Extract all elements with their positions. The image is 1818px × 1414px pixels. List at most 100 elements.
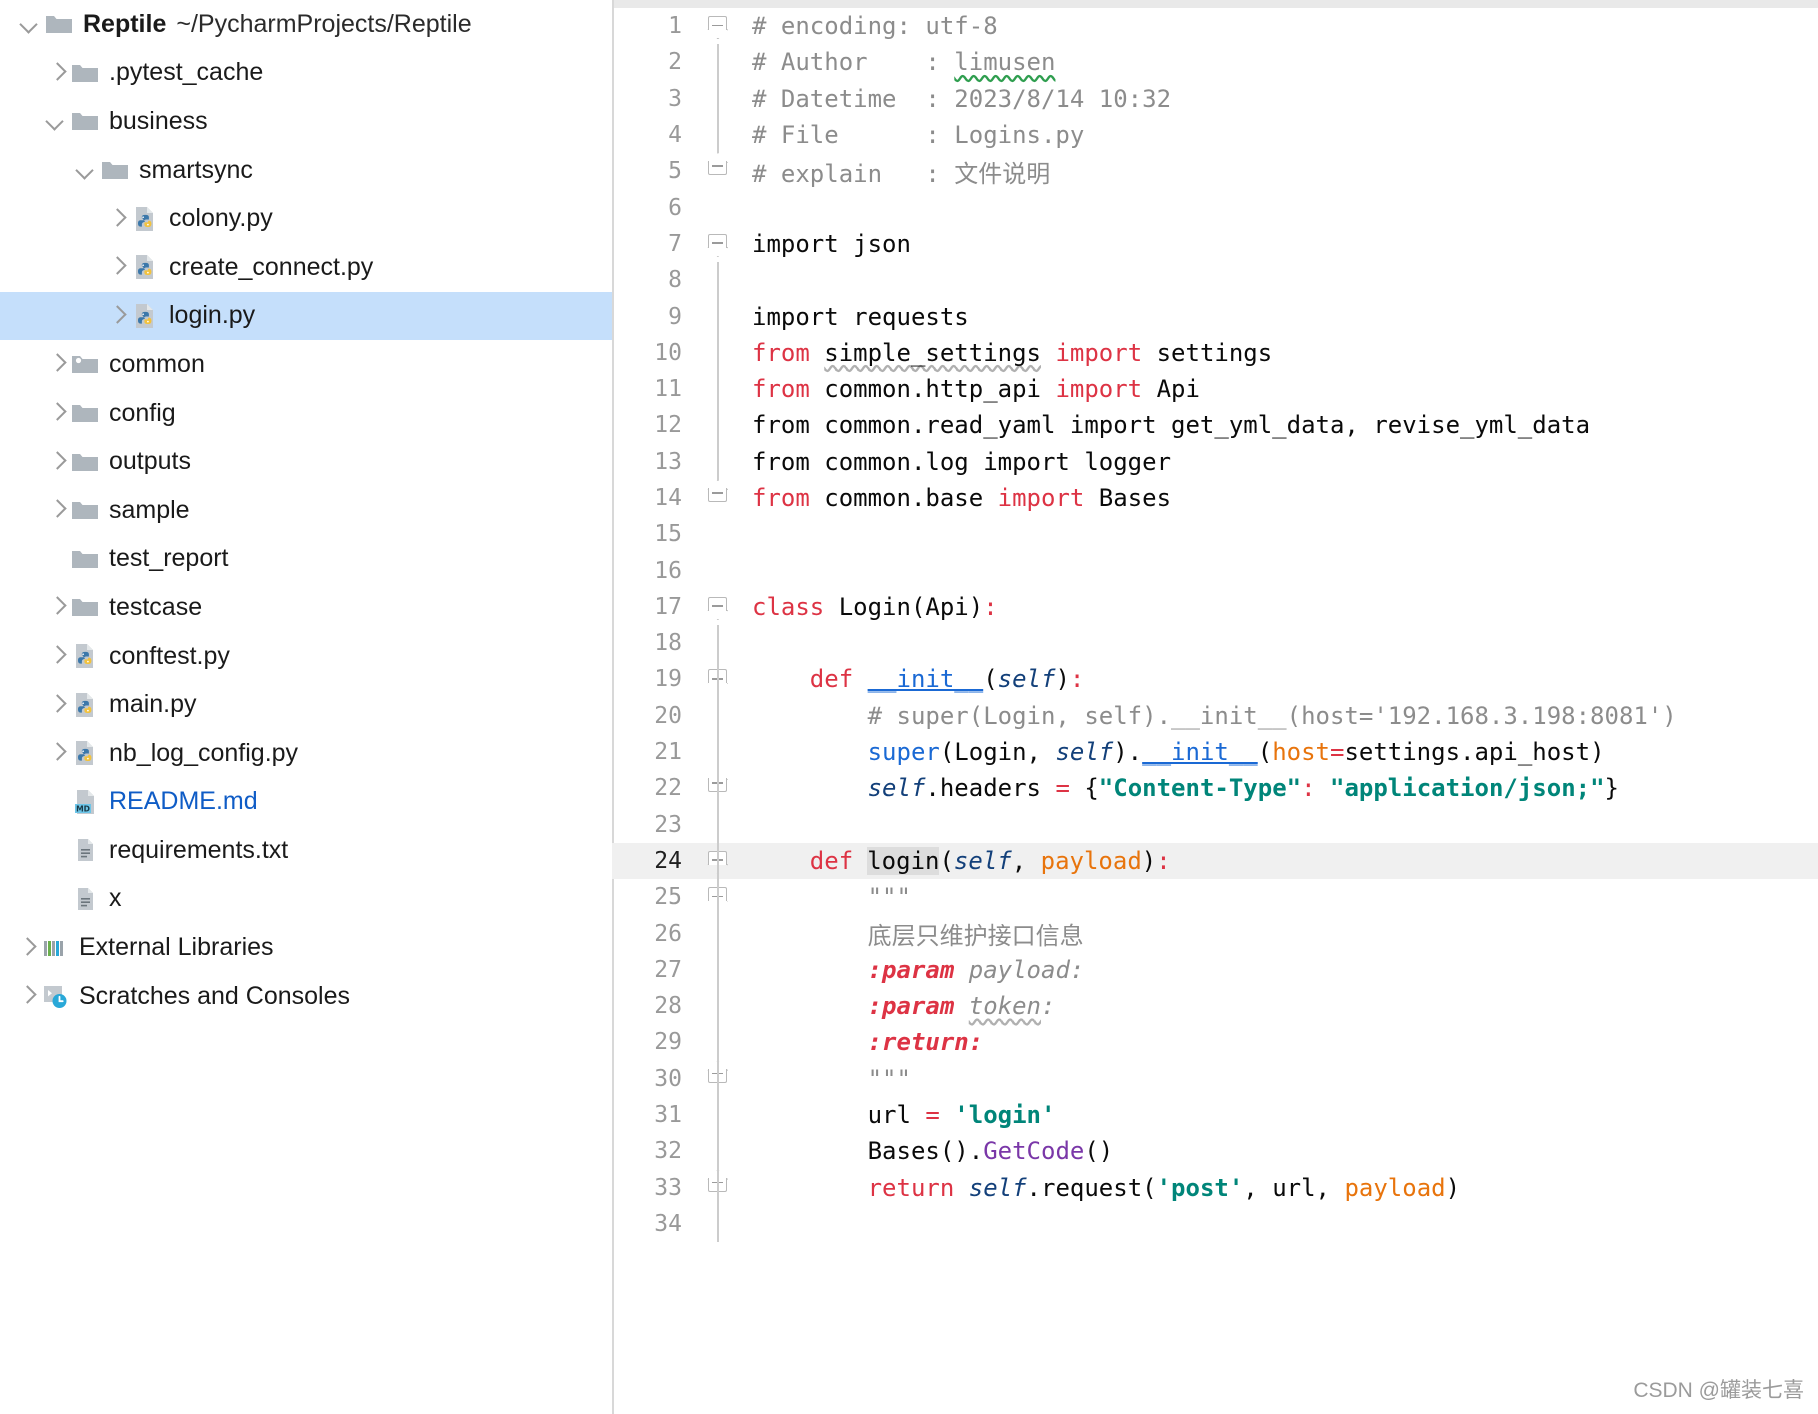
- tree-item-login-py[interactable]: login.py: [0, 291, 612, 341]
- line-number[interactable]: 24: [612, 848, 698, 874]
- line-number[interactable]: 29: [612, 1029, 698, 1055]
- line-number[interactable]: 10: [612, 340, 698, 366]
- fold-gutter[interactable]: [698, 661, 738, 698]
- chevron-right-icon[interactable]: [14, 935, 40, 961]
- line-number[interactable]: 18: [612, 630, 698, 656]
- code-line-text[interactable]: import requests: [738, 303, 969, 331]
- line-number[interactable]: 31: [612, 1102, 698, 1128]
- line-number[interactable]: 3: [612, 86, 698, 112]
- fold-gutter[interactable]: [698, 116, 738, 154]
- tree-item-conftest-py[interactable]: conftest.py: [0, 632, 612, 681]
- code-line-text[interactable]: """: [738, 883, 911, 911]
- fold-gutter[interactable]: [698, 189, 738, 225]
- line-number[interactable]: 15: [612, 521, 698, 547]
- fold-gutter[interactable]: [698, 915, 738, 952]
- code-line[interactable]: 9 import requests: [612, 298, 1818, 335]
- code-line[interactable]: 6: [612, 189, 1818, 225]
- chevron-right-icon[interactable]: [44, 449, 70, 475]
- code-editor[interactable]: 1 # encoding: utf-8 2 # Author : limusen 3 # …: [612, 0, 1818, 1414]
- fold-gutter[interactable]: [698, 1205, 738, 1243]
- tree-item--pytest-cache[interactable]: .pytest_cache: [0, 49, 612, 98]
- code-line[interactable]: 5 # explain : 文件说明: [612, 153, 1818, 189]
- code-line[interactable]: 28 :param token:: [612, 988, 1818, 1025]
- fold-gutter[interactable]: [698, 589, 738, 625]
- line-number[interactable]: 30: [612, 1066, 698, 1092]
- line-number[interactable]: 28: [612, 993, 698, 1019]
- fold-gutter[interactable]: [698, 153, 738, 189]
- code-line[interactable]: 8: [612, 262, 1818, 299]
- line-number[interactable]: 11: [612, 376, 698, 402]
- fold-start-icon[interactable]: [708, 233, 727, 248]
- fold-gutter[interactable]: [698, 1169, 738, 1206]
- code-line[interactable]: 4 # File : Logins.py: [612, 116, 1818, 154]
- code-line[interactable]: 25 """: [612, 879, 1818, 916]
- code-line[interactable]: 32 Bases().GetCode(): [612, 1133, 1818, 1170]
- code-line-text[interactable]: from simple_settings import settings: [738, 339, 1272, 367]
- fold-gutter[interactable]: [698, 407, 738, 444]
- code-line[interactable]: 12 from common.read_yaml import get_yml_d…: [612, 407, 1818, 444]
- chevron-right-icon[interactable]: [44, 740, 70, 766]
- line-number[interactable]: 4: [612, 122, 698, 148]
- chevron-right-icon[interactable]: [104, 206, 130, 232]
- tree-item-sample[interactable]: sample: [0, 486, 612, 535]
- code-line[interactable]: 27 :param payload:: [612, 951, 1818, 989]
- code-line[interactable]: 10 from simple_settings import settings: [612, 334, 1818, 371]
- fold-start-icon[interactable]: [708, 596, 727, 611]
- fold-gutter[interactable]: [698, 298, 738, 335]
- code-line[interactable]: 31 url = 'login': [612, 1096, 1818, 1134]
- tree-item-testcase[interactable]: testcase: [0, 583, 612, 632]
- code-line[interactable]: 1 # encoding: utf-8: [612, 8, 1818, 44]
- code-line[interactable]: 3 # Datetime : 2023/8/14 10:32: [612, 80, 1818, 117]
- fold-gutter[interactable]: [698, 806, 738, 843]
- code-line[interactable]: 26 底层只维护接口信息: [612, 915, 1818, 952]
- chevron-right-icon[interactable]: [44, 692, 70, 718]
- fold-gutter[interactable]: [698, 625, 738, 662]
- code-line[interactable]: 16: [612, 552, 1818, 588]
- tree-item-outputs[interactable]: outputs: [0, 437, 612, 486]
- code-line-text[interactable]: 底层只维护接口信息: [738, 916, 1084, 951]
- chevron-right-icon[interactable]: [44, 643, 70, 669]
- fold-gutter[interactable]: [698, 80, 738, 117]
- chevron-right-icon[interactable]: [104, 303, 130, 329]
- code-line[interactable]: 15: [612, 516, 1818, 552]
- tree-item-readme-md[interactable]: MD README.md: [0, 778, 612, 827]
- line-number[interactable]: 14: [612, 485, 698, 511]
- fold-gutter[interactable]: [698, 951, 738, 989]
- fold-gutter[interactable]: [698, 370, 738, 408]
- fold-gutter[interactable]: [698, 443, 738, 480]
- code-line[interactable]: 21 super(Login, self).__init__(host=sett…: [612, 733, 1818, 771]
- chevron-down-icon[interactable]: [44, 108, 70, 134]
- tree-item-nb-log-config-py[interactable]: nb_log_config.py: [0, 729, 612, 778]
- code-line-text[interactable]: # Datetime : 2023/8/14 10:32: [738, 85, 1171, 113]
- code-line[interactable]: 34: [612, 1205, 1818, 1243]
- code-line-text[interactable]: from common.log import logger: [738, 448, 1171, 476]
- tree-item-external-libraries[interactable]: External Libraries: [0, 923, 612, 972]
- line-number[interactable]: 33: [612, 1175, 698, 1201]
- fold-gutter[interactable]: [698, 1096, 738, 1134]
- chevron-right-icon[interactable]: [44, 497, 70, 523]
- code-line-text[interactable]: self.headers = {"Content-Type": "applica…: [738, 774, 1619, 802]
- line-number[interactable]: 2: [612, 49, 698, 75]
- code-line-text[interactable]: # explain : 文件说明: [738, 154, 1050, 189]
- code-line-text[interactable]: return self.request('post', url, payload…: [738, 1174, 1460, 1202]
- line-number[interactable]: 12: [612, 412, 698, 438]
- code-line[interactable]: 29 :return:: [612, 1024, 1818, 1061]
- tree-item-scratches-and-consoles[interactable]: Scratches and Consoles: [0, 972, 612, 1021]
- tree-item-test-report[interactable]: test_report: [0, 535, 612, 584]
- fold-gutter[interactable]: [698, 262, 738, 299]
- fold-gutter[interactable]: [698, 879, 738, 916]
- code-line[interactable]: 20 # super(Login, self).__init__(host='1…: [612, 697, 1818, 734]
- chevron-right-icon[interactable]: [14, 983, 40, 1009]
- code-line[interactable]: 18: [612, 625, 1818, 662]
- code-line[interactable]: 30 """: [612, 1060, 1818, 1097]
- code-line[interactable]: 13 from common.log import logger: [612, 443, 1818, 480]
- fold-gutter[interactable]: [698, 334, 738, 371]
- fold-gutter[interactable]: [698, 516, 738, 552]
- line-number[interactable]: 32: [612, 1138, 698, 1164]
- code-line[interactable]: 19 def __init__(self):: [612, 661, 1818, 698]
- line-number[interactable]: 9: [612, 304, 698, 330]
- fold-end-icon[interactable]: [708, 487, 727, 502]
- code-line[interactable]: 33 return self.request('post', url, payl…: [612, 1169, 1818, 1206]
- line-number[interactable]: 17: [612, 594, 698, 620]
- code-line-text[interactable]: # File : Logins.py: [738, 121, 1084, 149]
